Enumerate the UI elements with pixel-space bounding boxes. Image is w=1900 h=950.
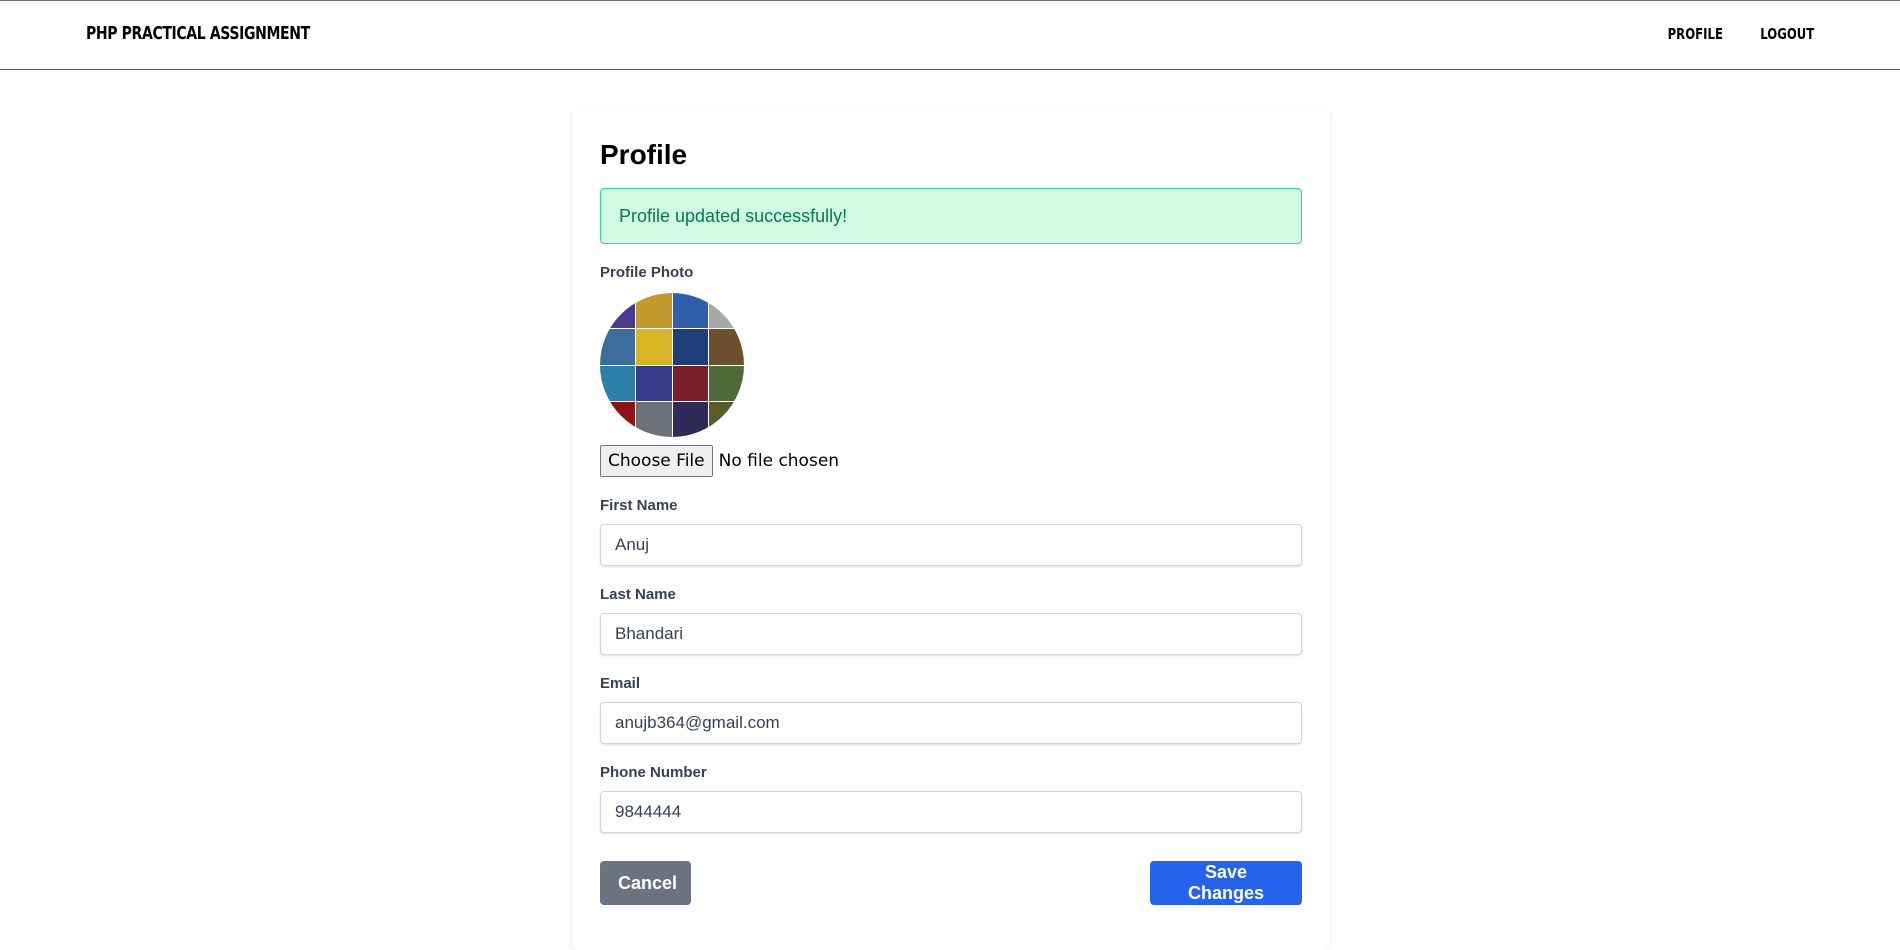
avatar-tile <box>708 293 744 329</box>
brand-title[interactable]: PHP PRACTICAL ASSIGNMENT <box>86 23 310 44</box>
first-name-field[interactable] <box>600 524 1302 566</box>
email-field[interactable] <box>600 702 1302 744</box>
last-name-label: Last Name <box>600 586 676 603</box>
avatar-tile <box>636 365 672 401</box>
email-label: Email <box>600 675 641 692</box>
avatar-tile <box>672 329 708 365</box>
top-navbar: PHP PRACTICAL ASSIGNMENT PROFILE LOGOUT <box>0 0 1900 70</box>
save-changes-button[interactable]: Save Changes <box>1150 861 1302 905</box>
avatar <box>600 293 744 437</box>
avatar-tile <box>636 401 672 437</box>
choose-file-button[interactable]: Choose File <box>600 445 713 477</box>
profile-card: Profile Profile updated successfully! Pr… <box>572 110 1330 950</box>
phone-label: Phone Number <box>600 764 707 781</box>
avatar-tile <box>672 365 708 401</box>
email-group: Email <box>600 675 1302 744</box>
last-name-group: Last Name <box>600 586 1302 655</box>
file-status-text: No file chosen <box>718 451 840 471</box>
first-name-group: First Name <box>600 497 1302 566</box>
nav-links: PROFILE LOGOUT <box>1652 25 1814 43</box>
profile-photo-label: Profile Photo <box>600 264 694 281</box>
phone-group: Phone Number <box>600 764 1302 833</box>
nav-link-logout[interactable]: LOGOUT <box>1760 25 1814 43</box>
avatar-tile <box>708 401 744 437</box>
file-input-row: Choose File No file chosen <box>600 445 1302 477</box>
avatar-tile <box>600 329 636 365</box>
success-alert: Profile updated successfully! <box>600 188 1302 244</box>
avatar-tile <box>636 329 672 365</box>
avatar-tile <box>600 401 636 437</box>
avatar-tile <box>600 365 636 401</box>
avatar-tile <box>672 293 708 329</box>
phone-field[interactable] <box>600 791 1302 833</box>
avatar-tile <box>636 293 672 329</box>
avatar-tile <box>600 293 636 329</box>
last-name-field[interactable] <box>600 613 1302 655</box>
nav-link-profile[interactable]: PROFILE <box>1667 25 1722 43</box>
avatar-tile <box>708 365 744 401</box>
first-name-label: First Name <box>600 497 678 514</box>
avatar-tile <box>672 401 708 437</box>
cancel-button[interactable]: Cancel <box>600 861 691 905</box>
page-title: Profile <box>600 139 688 170</box>
form-actions: Cancel Save Changes <box>600 861 1302 905</box>
avatar-tile <box>708 329 744 365</box>
